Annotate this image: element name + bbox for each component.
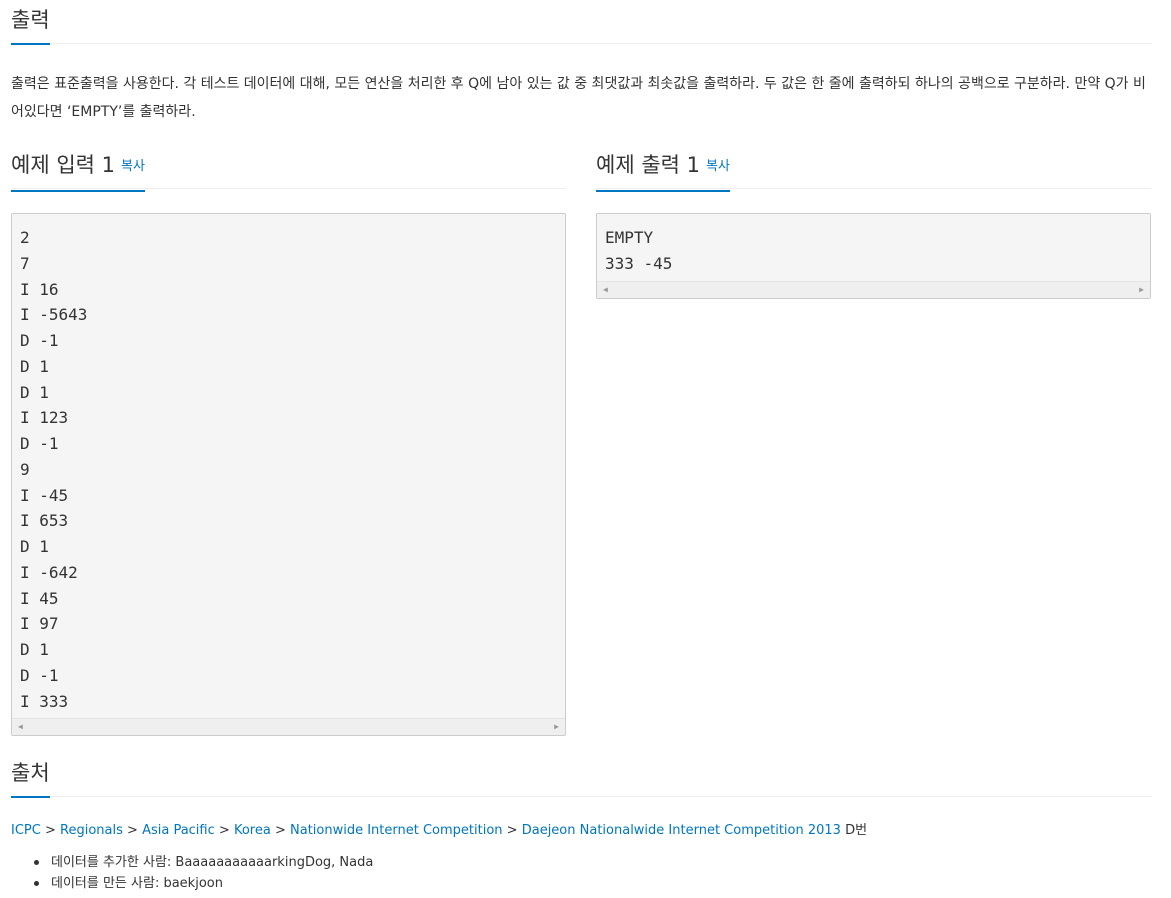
breadcrumb-separator: > [274, 823, 286, 838]
breadcrumb-link[interactable]: Korea [234, 823, 271, 838]
scroll-right-icon[interactable]: ▶ [554, 723, 559, 731]
sample-input-box[interactable]: 2 7 I 16 I -5643 D -1 D 1 D 1 I 123 D -1 9 I -45 I … [11, 213, 566, 736]
code-line: D 1 [20, 382, 49, 402]
output-section-header: 출력 [11, 7, 1152, 45]
code-line: I 653 [20, 511, 69, 531]
code-line: D -1 [20, 434, 59, 453]
sample-input-scrollbar[interactable]: ◀ ▶ [12, 718, 565, 735]
code-line: 333 -45 [605, 253, 673, 273]
breadcrumb-link[interactable]: ICPC [11, 823, 41, 838]
sample-input-title-wrap: 예제 입력 1 복사 [11, 152, 145, 192]
scroll-right-icon[interactable]: ▶ [1139, 286, 1144, 294]
problem-index: D번 [845, 823, 868, 838]
code-line: I 333 [20, 691, 69, 711]
code-line: 9 [20, 459, 30, 479]
breadcrumb-link[interactable]: Asia Pacific [142, 823, 215, 838]
sample-output-title-wrap: 예제 출력 1 복사 [596, 152, 730, 192]
credit-item: 데이터를 추가한 사람: BaaaaaaaaaaarkingDog, Nada [31, 852, 373, 873]
code-line: D 1 [20, 356, 49, 376]
code-line: D 1 [20, 640, 49, 659]
sample-output-copy-button[interactable]: 복사 [706, 159, 730, 174]
sample-output-header: 예제 출력 1 복사 [596, 152, 1151, 192]
source-section-title: 출처 [11, 760, 50, 798]
code-line: I 45 [20, 588, 59, 608]
code-line: I -45 [20, 485, 69, 505]
sample-input-header: 예제 입력 1 복사 [11, 152, 566, 192]
breadcrumb-link[interactable]: Regionals [60, 823, 123, 838]
code-line: D 1 [20, 537, 49, 556]
sample-input-copy-button[interactable]: 복사 [121, 159, 145, 174]
code-line: I -5643 [20, 305, 88, 325]
code-line: 2 [20, 228, 30, 247]
code-line: D -1 [20, 665, 59, 685]
breadcrumb-separator: > [218, 823, 230, 838]
code-line: I 16 [20, 279, 59, 299]
code-line: I 97 [20, 614, 59, 634]
code-line: 7 [20, 253, 30, 273]
code-line: I -642 [20, 562, 78, 582]
source-section-header: 출처 [11, 760, 1152, 798]
sample-output-title: 예제 출력 1 [596, 153, 700, 177]
breadcrumb-separator: > [127, 823, 138, 838]
code-line: EMPTY [605, 228, 654, 247]
output-description: 출력은 표준출력을 사용한다. 각 테스트 데이터에 대해, 모든 연산을 처리… [11, 76, 1146, 120]
scroll-left-icon[interactable]: ◀ [603, 286, 608, 294]
scroll-left-icon[interactable]: ◀ [18, 723, 23, 731]
sample-input-title: 예제 입력 1 [11, 153, 115, 177]
output-section-title: 출력 [11, 7, 50, 45]
breadcrumb-separator: > [44, 823, 56, 838]
breadcrumb-link[interactable]: Nationwide Internet Competition [290, 823, 503, 838]
breadcrumb-link[interactable]: Daejeon Nationalwide Internet Competitio… [522, 823, 841, 838]
sample-output-scrollbar[interactable]: ◀ ▶ [597, 281, 1150, 298]
sample-output-box[interactable]: EMPTY 333 -45 ◀ ▶ [596, 213, 1151, 299]
breadcrumb-separator: > [506, 823, 518, 838]
sample-output-lines: EMPTY 333 -45 [597, 214, 1150, 277]
credits-list: 데이터를 추가한 사람: BaaaaaaaaaaarkingDog, Nada 데… [31, 852, 373, 894]
source-breadcrumb: ICPC > Regionals > Asia Pacific > Korea … [11, 822, 867, 840]
code-line: D -1 [20, 331, 59, 350]
credit-item: 데이터를 만든 사람: baekjoon [31, 873, 373, 894]
sample-input-lines: 2 7 I 16 I -5643 D -1 D 1 D 1 I 123 D -1 9 I -45 I … [12, 214, 565, 714]
code-line: I 123 [20, 408, 69, 428]
